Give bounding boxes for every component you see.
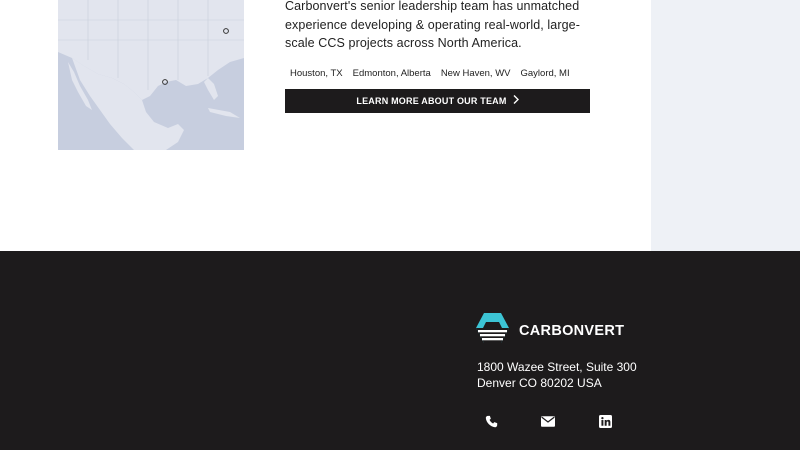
team-intro-text: Carbonvert's senior leadership team has … xyxy=(285,0,580,50)
locations-map xyxy=(58,0,244,150)
footer-address: 1800 Wazee Street, Suite 300 Denver CO 8… xyxy=(477,360,637,391)
location-new-haven: New Haven, WV xyxy=(440,68,511,79)
location-houston: Houston, TX xyxy=(290,68,343,79)
map-graphic xyxy=(58,0,244,150)
locations-list: Houston, TX Edmonton, Alberta New Haven,… xyxy=(290,68,580,79)
chevron-right-icon xyxy=(513,95,519,107)
address-line-1: 1800 Wazee Street, Suite 300 xyxy=(477,360,637,374)
side-panel xyxy=(651,0,800,251)
learn-more-label: LEARN MORE ABOUT OUR TEAM xyxy=(356,96,507,106)
location-gaylord: Gaylord, MI xyxy=(520,68,570,79)
email-icon[interactable] xyxy=(537,410,559,432)
site-footer xyxy=(0,251,800,450)
brand-name: CARBONVERT xyxy=(519,322,625,339)
location-edmonton: Edmonton, Alberta xyxy=(352,68,431,79)
brand-logo[interactable]: CARBONVERT xyxy=(476,313,624,348)
footer-contact-icons xyxy=(480,410,616,432)
phone-icon[interactable] xyxy=(480,410,502,432)
carbonvert-logo-icon xyxy=(476,313,509,348)
linkedin-icon[interactable] xyxy=(594,410,616,432)
learn-more-team-button[interactable]: LEARN MORE ABOUT OUR TEAM xyxy=(285,89,590,113)
address-line-2: Denver CO 80202 USA xyxy=(477,375,602,390)
